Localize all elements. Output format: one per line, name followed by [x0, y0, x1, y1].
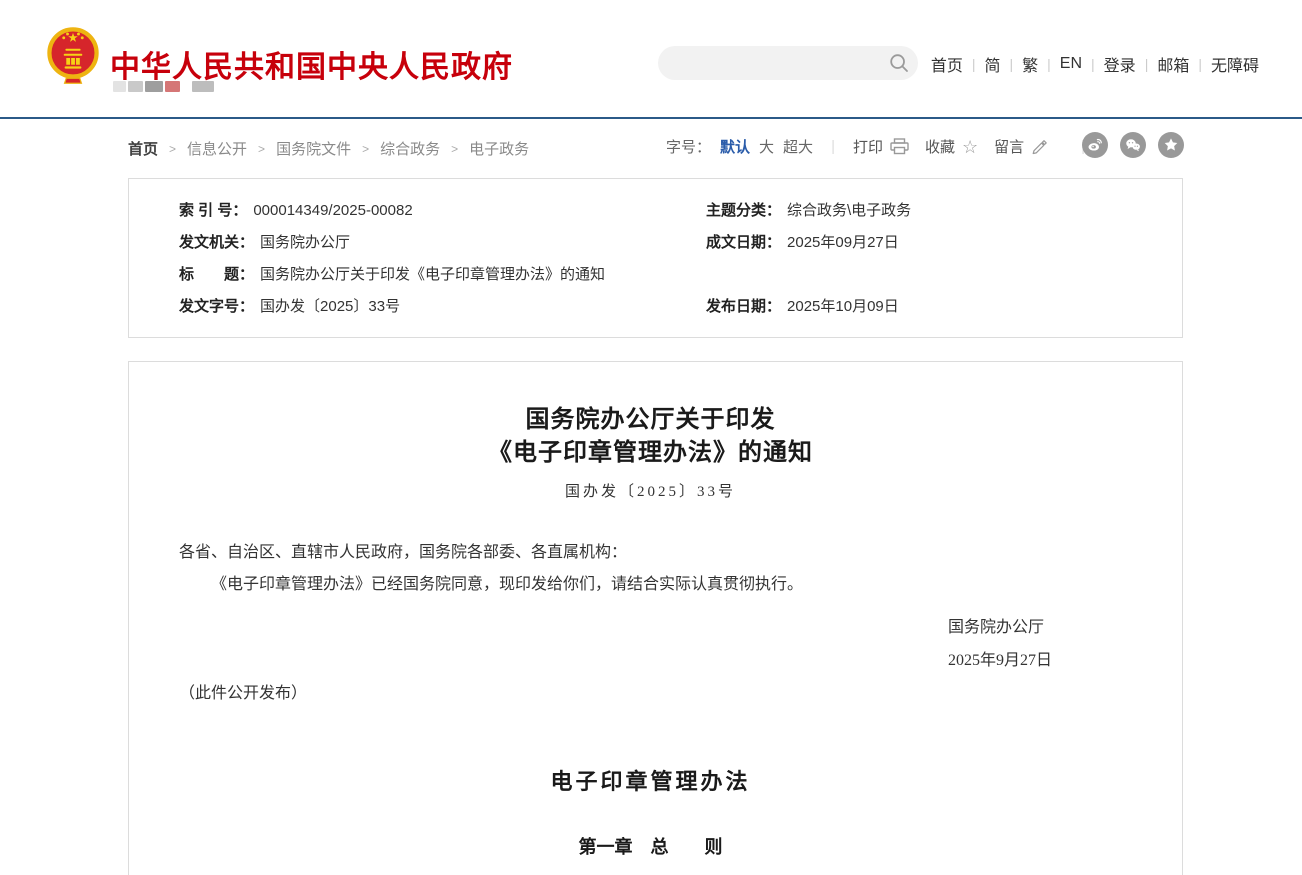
comment-button[interactable]: 留言 — [994, 136, 1047, 157]
printer-icon — [890, 138, 909, 155]
chapter-one-heading: 第一章 总 则 — [179, 833, 1122, 859]
signature-block: 国务院办公厅 2025年9月27日 — [948, 611, 1052, 677]
meta-value: 000014349/2025-00082 — [253, 202, 412, 219]
document-number: 国办发〔2025〕33号 — [179, 480, 1122, 501]
top-nav: 首页 | 简 | 繁 | EN | 登录 | 邮箱 | 无障碍 — [922, 52, 1268, 76]
font-size-xlarge-button[interactable]: 超大 — [783, 136, 813, 157]
meta-label: 发布日期： — [706, 298, 781, 315]
nav-home[interactable]: 首页 — [922, 52, 972, 76]
article-toolbar: 字号： 默认 大 超大 | 打印 收藏 ☆ 留言 — [666, 136, 1103, 157]
meta-label: 索 引 号： — [179, 202, 247, 219]
public-release-note: （此件公开发布） — [179, 678, 1122, 710]
document-body: 各省、自治区、直辖市人民政府，国务院各部委、各直属机构： 《电子印章管理办法》已… — [179, 537, 1122, 601]
meta-date-published: 发布日期： 2025年10月09日 — [706, 291, 1182, 323]
meta-topic-category: 主题分类： 综合政务\电子政务 — [706, 195, 1182, 227]
meta-value: 国务院办公厅 — [260, 234, 350, 251]
national-emblem-icon — [46, 26, 100, 90]
breadcrumb-general-affairs[interactable]: 综合政务 — [380, 138, 440, 159]
breadcrumb-toolbar-row: 首页 > 信息公开 > 国务院文件 > 综合政务 > 电子政务 字号： 默认 大… — [0, 119, 1302, 175]
comment-label: 留言 — [994, 136, 1024, 157]
page: 中华人民共和国中央人民政府 首页 | 简 | 繁 | EN | 登录 | 邮箱 — [0, 0, 1302, 875]
nav-traditional[interactable]: 繁 — [1013, 52, 1047, 76]
breadcrumb-home[interactable]: 首页 — [128, 138, 158, 159]
meta-label: 发文机关： — [179, 234, 254, 251]
search-box — [658, 46, 918, 80]
document-title-line2: 《电子印章管理办法》的通知 — [488, 440, 813, 466]
document-title: 国务院办公厅关于印发 《电子印章管理办法》的通知 — [179, 404, 1122, 470]
weibo-share-icon[interactable] — [1082, 132, 1108, 158]
meta-issuing-agency: 发文机关： 国务院办公厅 — [179, 227, 706, 259]
wechat-share-icon[interactable] — [1120, 132, 1146, 158]
breadcrumb-separator: > — [169, 142, 176, 156]
breadcrumb: 首页 > 信息公开 > 国务院文件 > 综合政务 > 电子政务 — [128, 138, 529, 159]
font-size-default-button[interactable]: 默认 — [720, 136, 750, 157]
favorite-label: 收藏 — [925, 136, 955, 157]
meta-label: 主题分类： — [706, 202, 781, 219]
font-size-large-button[interactable]: 大 — [759, 136, 774, 157]
print-label: 打印 — [853, 136, 883, 157]
star-icon: ☆ — [962, 138, 978, 156]
meta-title: 标 题： 国务院办公厅关于印发《电子印章管理办法》的通知 — [179, 259, 1182, 291]
signer: 国务院办公厅 — [948, 611, 1052, 644]
pencil-icon — [1031, 139, 1047, 155]
body-paragraph: 《电子印章管理办法》已经国务院同意，现印发给你们，请结合实际认真贯彻执行。 — [179, 569, 1122, 601]
blurred-subtitle — [113, 81, 214, 92]
meta-date-written: 成文日期： 2025年09月27日 — [706, 227, 1182, 259]
toolbar-divider: | — [831, 138, 835, 155]
breadcrumb-state-council-docs[interactable]: 国务院文件 — [276, 138, 351, 159]
nav-english[interactable]: EN — [1051, 55, 1091, 73]
site-header: 中华人民共和国中央人民政府 首页 | 简 | 繁 | EN | 登录 | 邮箱 — [0, 0, 1302, 117]
breadcrumb-info-disclosure[interactable]: 信息公开 — [187, 138, 247, 159]
meta-value: 2025年09月27日 — [787, 234, 899, 251]
meta-value: 国务院办公厅关于印发《电子印章管理办法》的通知 — [260, 266, 605, 283]
nav-accessibility[interactable]: 无障碍 — [1202, 52, 1268, 76]
search-icon — [889, 53, 909, 73]
site-logo-link[interactable] — [46, 26, 100, 90]
salutation: 各省、自治区、直辖市人民政府，国务院各部委、各直属机构： — [179, 537, 1122, 569]
document-title-line1: 国务院办公厅关于印发 — [526, 407, 776, 433]
breadcrumb-current-egov: 电子政务 — [469, 138, 529, 159]
document-metadata-box: 索 引 号： 000014349/2025-00082 主题分类： 综合政务\电子政… — [128, 178, 1183, 338]
sign-date: 2025年9月27日 — [948, 644, 1052, 677]
meta-value: 2025年10月09日 — [787, 298, 899, 315]
meta-label: 发文字号： — [179, 298, 254, 315]
breadcrumb-separator: > — [258, 142, 265, 156]
site-title[interactable]: 中华人民共和国中央人民政府 — [110, 42, 513, 86]
meta-doc-number: 发文字号： 国办发〔2025〕33号 — [179, 291, 706, 323]
font-size-label: 字号： — [666, 136, 711, 157]
breadcrumb-separator: > — [451, 142, 458, 156]
meta-label: 标 题： — [179, 266, 254, 283]
breadcrumb-separator: > — [362, 142, 369, 156]
meta-index-number: 索 引 号： 000014349/2025-00082 — [179, 195, 706, 227]
document-content-box: 国务院办公厅关于印发 《电子印章管理办法》的通知 国办发〔2025〕33号 各省… — [128, 361, 1183, 875]
measures-title: 电子印章管理办法 — [179, 764, 1122, 796]
meta-value: 国办发〔2025〕33号 — [260, 298, 400, 315]
nav-mail[interactable]: 邮箱 — [1148, 52, 1198, 76]
search-input[interactable] — [658, 46, 880, 80]
print-button[interactable]: 打印 — [853, 136, 909, 157]
meta-label: 成文日期： — [706, 234, 781, 251]
qzone-share-icon[interactable] — [1158, 132, 1184, 158]
meta-value: 综合政务\电子政务 — [787, 202, 911, 219]
favorite-button[interactable]: 收藏 ☆ — [925, 136, 978, 157]
nav-login[interactable]: 登录 — [1095, 52, 1145, 76]
nav-simplified[interactable]: 简 — [975, 52, 1009, 76]
search-button[interactable] — [880, 46, 918, 80]
share-bar — [1082, 132, 1184, 158]
